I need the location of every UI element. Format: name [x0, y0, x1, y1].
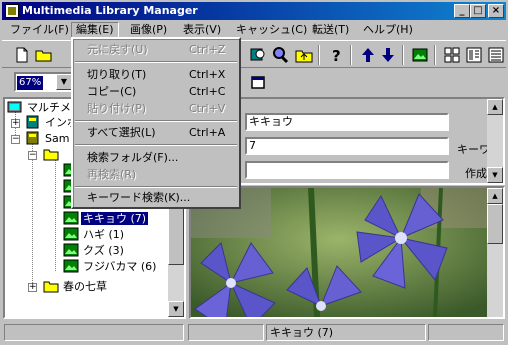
tree-node-kikyou[interactable]: キキョウ (7): [63, 211, 149, 227]
tree-node-folder[interactable]: [43, 147, 61, 163]
props-scrollbar[interactable]: ▲ ▼: [487, 99, 503, 183]
arrow-up-icon[interactable]: [358, 45, 378, 65]
zoom-search-icon[interactable]: [248, 45, 268, 65]
menu-view[interactable]: 表示(V): [179, 22, 225, 38]
tree-node-haru[interactable]: 春の七草: [43, 279, 109, 295]
zoom-value: 67%: [17, 76, 44, 90]
app-icon[interactable]: [5, 4, 19, 18]
scroll-down-icon[interactable]: ▼: [487, 167, 503, 183]
menu-item-copy[interactable]: コピー(C) Ctrl+C: [75, 83, 237, 100]
status-pane-4: [428, 324, 504, 341]
tree-node-fujibakama[interactable]: フジバカマ (6): [63, 259, 158, 275]
tree-node-label: 春の七草: [63, 280, 107, 293]
menu-image[interactable]: 画像(P): [126, 22, 171, 38]
tree-node-hagi[interactable]: ハギ (1): [63, 227, 126, 243]
image-icon: [63, 259, 79, 273]
toolbar-separator: [350, 45, 352, 65]
new-file-icon[interactable]: [12, 45, 32, 65]
status-selected: キキョウ (7): [266, 324, 426, 341]
scroll-up-icon[interactable]: ▲: [487, 188, 503, 204]
status-pane-2: [188, 324, 264, 341]
image-icon: [63, 211, 79, 225]
menu-help[interactable]: ヘルプ(H): [359, 22, 417, 38]
menu-item-research[interactable]: 再検索(R): [75, 166, 237, 183]
details-view-icon[interactable]: [464, 45, 484, 65]
arrow-down-icon[interactable]: [378, 45, 398, 65]
list-view-icon[interactable]: [486, 45, 506, 65]
menu-item-search-folder[interactable]: 検索フォルダ(F)...: [75, 149, 237, 166]
third-field[interactable]: [245, 161, 449, 179]
menu-item-cut[interactable]: 切り取り(T) Ctrl+X: [75, 66, 237, 83]
menu-separator: [75, 61, 237, 63]
folder-icon: [43, 279, 59, 293]
large-icons-view-icon[interactable]: [442, 45, 462, 65]
help-icon[interactable]: ?: [326, 45, 346, 65]
tree-node-label: クズ (3): [83, 244, 124, 257]
keyword-label: キーワ: [457, 143, 490, 156]
minimize-button[interactable]: _: [454, 4, 470, 18]
maximize-button[interactable]: □: [470, 4, 486, 18]
menu-item-keyword-search[interactable]: キーワード検索(K)...: [75, 189, 237, 206]
collapse-icon[interactable]: −: [28, 151, 37, 160]
svg-text:?: ?: [332, 47, 341, 65]
status-pane-1: [4, 324, 184, 341]
tree-node-sample[interactable]: Sam: [25, 131, 71, 147]
menu-cache[interactable]: キャッシュ(C): [232, 22, 311, 38]
expand-icon[interactable]: +: [11, 119, 20, 128]
menu-item-undo[interactable]: 元に戻す(U) Ctrl+Z: [75, 41, 237, 58]
menu-edit[interactable]: 編集(E): [71, 22, 119, 38]
tree-node-label: フジバカマ (6): [83, 260, 157, 273]
status-bar: キキョウ (7): [2, 322, 506, 343]
tree-node-label: Sam: [45, 132, 70, 145]
book-icon: [25, 115, 41, 129]
tree-node-label: ハギ (1): [83, 228, 125, 241]
menu-separator: [75, 186, 237, 188]
menu-separator: [75, 120, 237, 122]
menu-item-paste[interactable]: 貼り付け(P) Ctrl+V: [75, 100, 237, 117]
chevron-down-icon[interactable]: ▼: [56, 74, 72, 90]
image-icon: [63, 227, 79, 241]
expand-icon[interactable]: +: [28, 283, 37, 292]
folder-icon: [43, 147, 59, 161]
toolbar-separator: [402, 45, 404, 65]
preview-scrollbar[interactable]: ▲: [487, 188, 503, 317]
image-icon: [63, 243, 79, 257]
book-icon: [25, 131, 41, 145]
window-icon[interactable]: [248, 73, 268, 93]
window-title: Multimedia Library Manager: [22, 4, 198, 17]
folder-up-icon[interactable]: [294, 45, 314, 65]
close-button[interactable]: ×: [488, 4, 504, 18]
menu-file[interactable]: ファイル(F): [6, 22, 73, 38]
open-folder-icon[interactable]: [34, 45, 54, 65]
menu-transfer[interactable]: 転送(T): [308, 22, 353, 38]
menu-separator: [75, 144, 237, 146]
collapse-icon[interactable]: −: [11, 135, 20, 144]
count-field[interactable]: 7: [245, 137, 449, 155]
library-icon: [7, 100, 23, 114]
menu-item-select-all[interactable]: すべて選択(L) Ctrl+A: [75, 124, 237, 141]
scroll-thumb[interactable]: [487, 204, 503, 244]
tree-node-label: キキョウ (7): [81, 212, 149, 225]
name-field[interactable]: キキョウ: [245, 113, 449, 131]
created-label: 作成: [465, 167, 487, 180]
title-bar[interactable]: Multimedia Library Manager _ □ ×: [2, 2, 506, 20]
scroll-down-icon[interactable]: ▼: [168, 301, 184, 317]
zoom-select[interactable]: 67% ▼: [14, 72, 74, 92]
image-view-icon[interactable]: [410, 45, 430, 65]
tree-node-kuzu[interactable]: クズ (3): [63, 243, 126, 259]
magnifier-icon[interactable]: [270, 45, 290, 65]
toolbar-separator: [318, 45, 320, 65]
scroll-up-icon[interactable]: ▲: [487, 99, 503, 115]
toolbar-separator: [434, 45, 436, 65]
edit-menu: 元に戻す(U) Ctrl+Z 切り取り(T) Ctrl+X コピー(C) Ctrl+C…: [71, 37, 241, 209]
